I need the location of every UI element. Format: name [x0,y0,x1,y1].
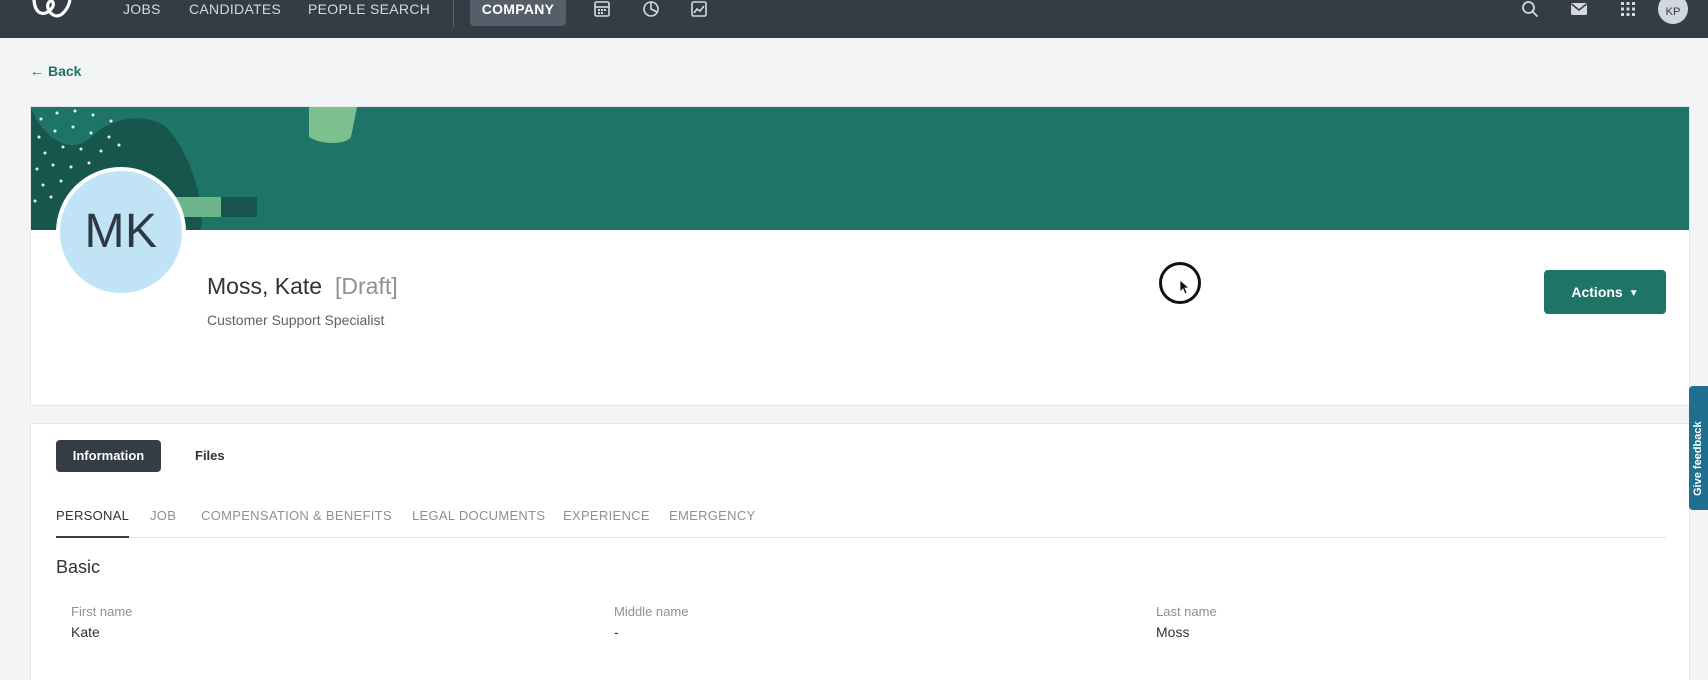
profile-banner [31,107,1689,230]
search-icon[interactable] [1521,0,1539,18]
mail-icon[interactable] [1570,0,1588,18]
profile-avatar: MK [56,167,186,297]
calendar-icon[interactable] [593,0,611,18]
apps-grid-icon[interactable] [1619,0,1637,18]
pie-chart-icon[interactable] [642,0,660,18]
field-label-middle-name: Middle name [614,604,689,619]
subtab-compensation-benefits[interactable]: COMPENSATION & BENEFITS [201,508,392,538]
nav-candidates[interactable]: CANDIDATES [189,0,281,18]
image-chart-icon[interactable] [690,0,708,18]
nav-people-search[interactable]: PEOPLE SEARCH [308,0,430,18]
person-name: Moss, Kate [207,273,323,299]
top-navigation: JOBS CANDIDATES PEOPLE SEARCH COMPANY KP [0,0,1708,38]
actions-button[interactable]: Actions ▼ [1544,270,1666,314]
give-feedback-label: Give feedback [1692,421,1704,496]
field-label-last-name: Last name [1156,604,1217,619]
company-logo-icon[interactable] [30,0,74,22]
field-label-first-name: First name [71,604,133,619]
person-job-title: Customer Support Specialist [207,312,385,328]
nav-company[interactable]: COMPANY [470,0,566,26]
give-feedback-tab[interactable]: Give feedback [1689,386,1708,510]
section-title: Basic [56,557,101,577]
field-value-middle-name: - [614,624,619,640]
tab-files[interactable]: Files [195,440,225,472]
subtab-personal[interactable]: PERSONAL [56,508,130,538]
user-avatar[interactable]: KP [1658,0,1688,24]
actions-label: Actions [1571,284,1623,300]
field-value-last-name: Moss [1156,624,1190,640]
tab-information[interactable]: Information [56,440,161,472]
field-value-first-name: Kate [71,624,100,640]
back-link[interactable]: ← Back [30,63,81,79]
chevron-down-icon: ▼ [1628,288,1639,299]
back-label: Back [48,63,82,79]
cursor-arrow-icon [1179,279,1191,295]
banner-pattern-icon [31,107,357,230]
subtab-experience[interactable]: EXPERIENCE [563,508,650,538]
nav-jobs[interactable]: JOBS [123,0,161,18]
subtab-bar: PERSONAL JOB COMPENSATION & BENEFITS LEG… [56,508,1666,538]
person-status: [Draft] [335,273,398,299]
subtab-emergency[interactable]: EMERGENCY [669,508,756,538]
profile-card: MK Moss, Kate [Draft] Customer Support S… [30,106,1690,406]
subtab-legal-documents[interactable]: LEGAL DOCUMENTS [412,508,545,538]
subtab-job[interactable]: JOB [150,508,176,538]
details-card: Information Files PERSONAL JOB COMPENSAT… [30,423,1690,680]
arrow-left-icon: ← [30,63,44,79]
nav-divider [453,0,454,27]
